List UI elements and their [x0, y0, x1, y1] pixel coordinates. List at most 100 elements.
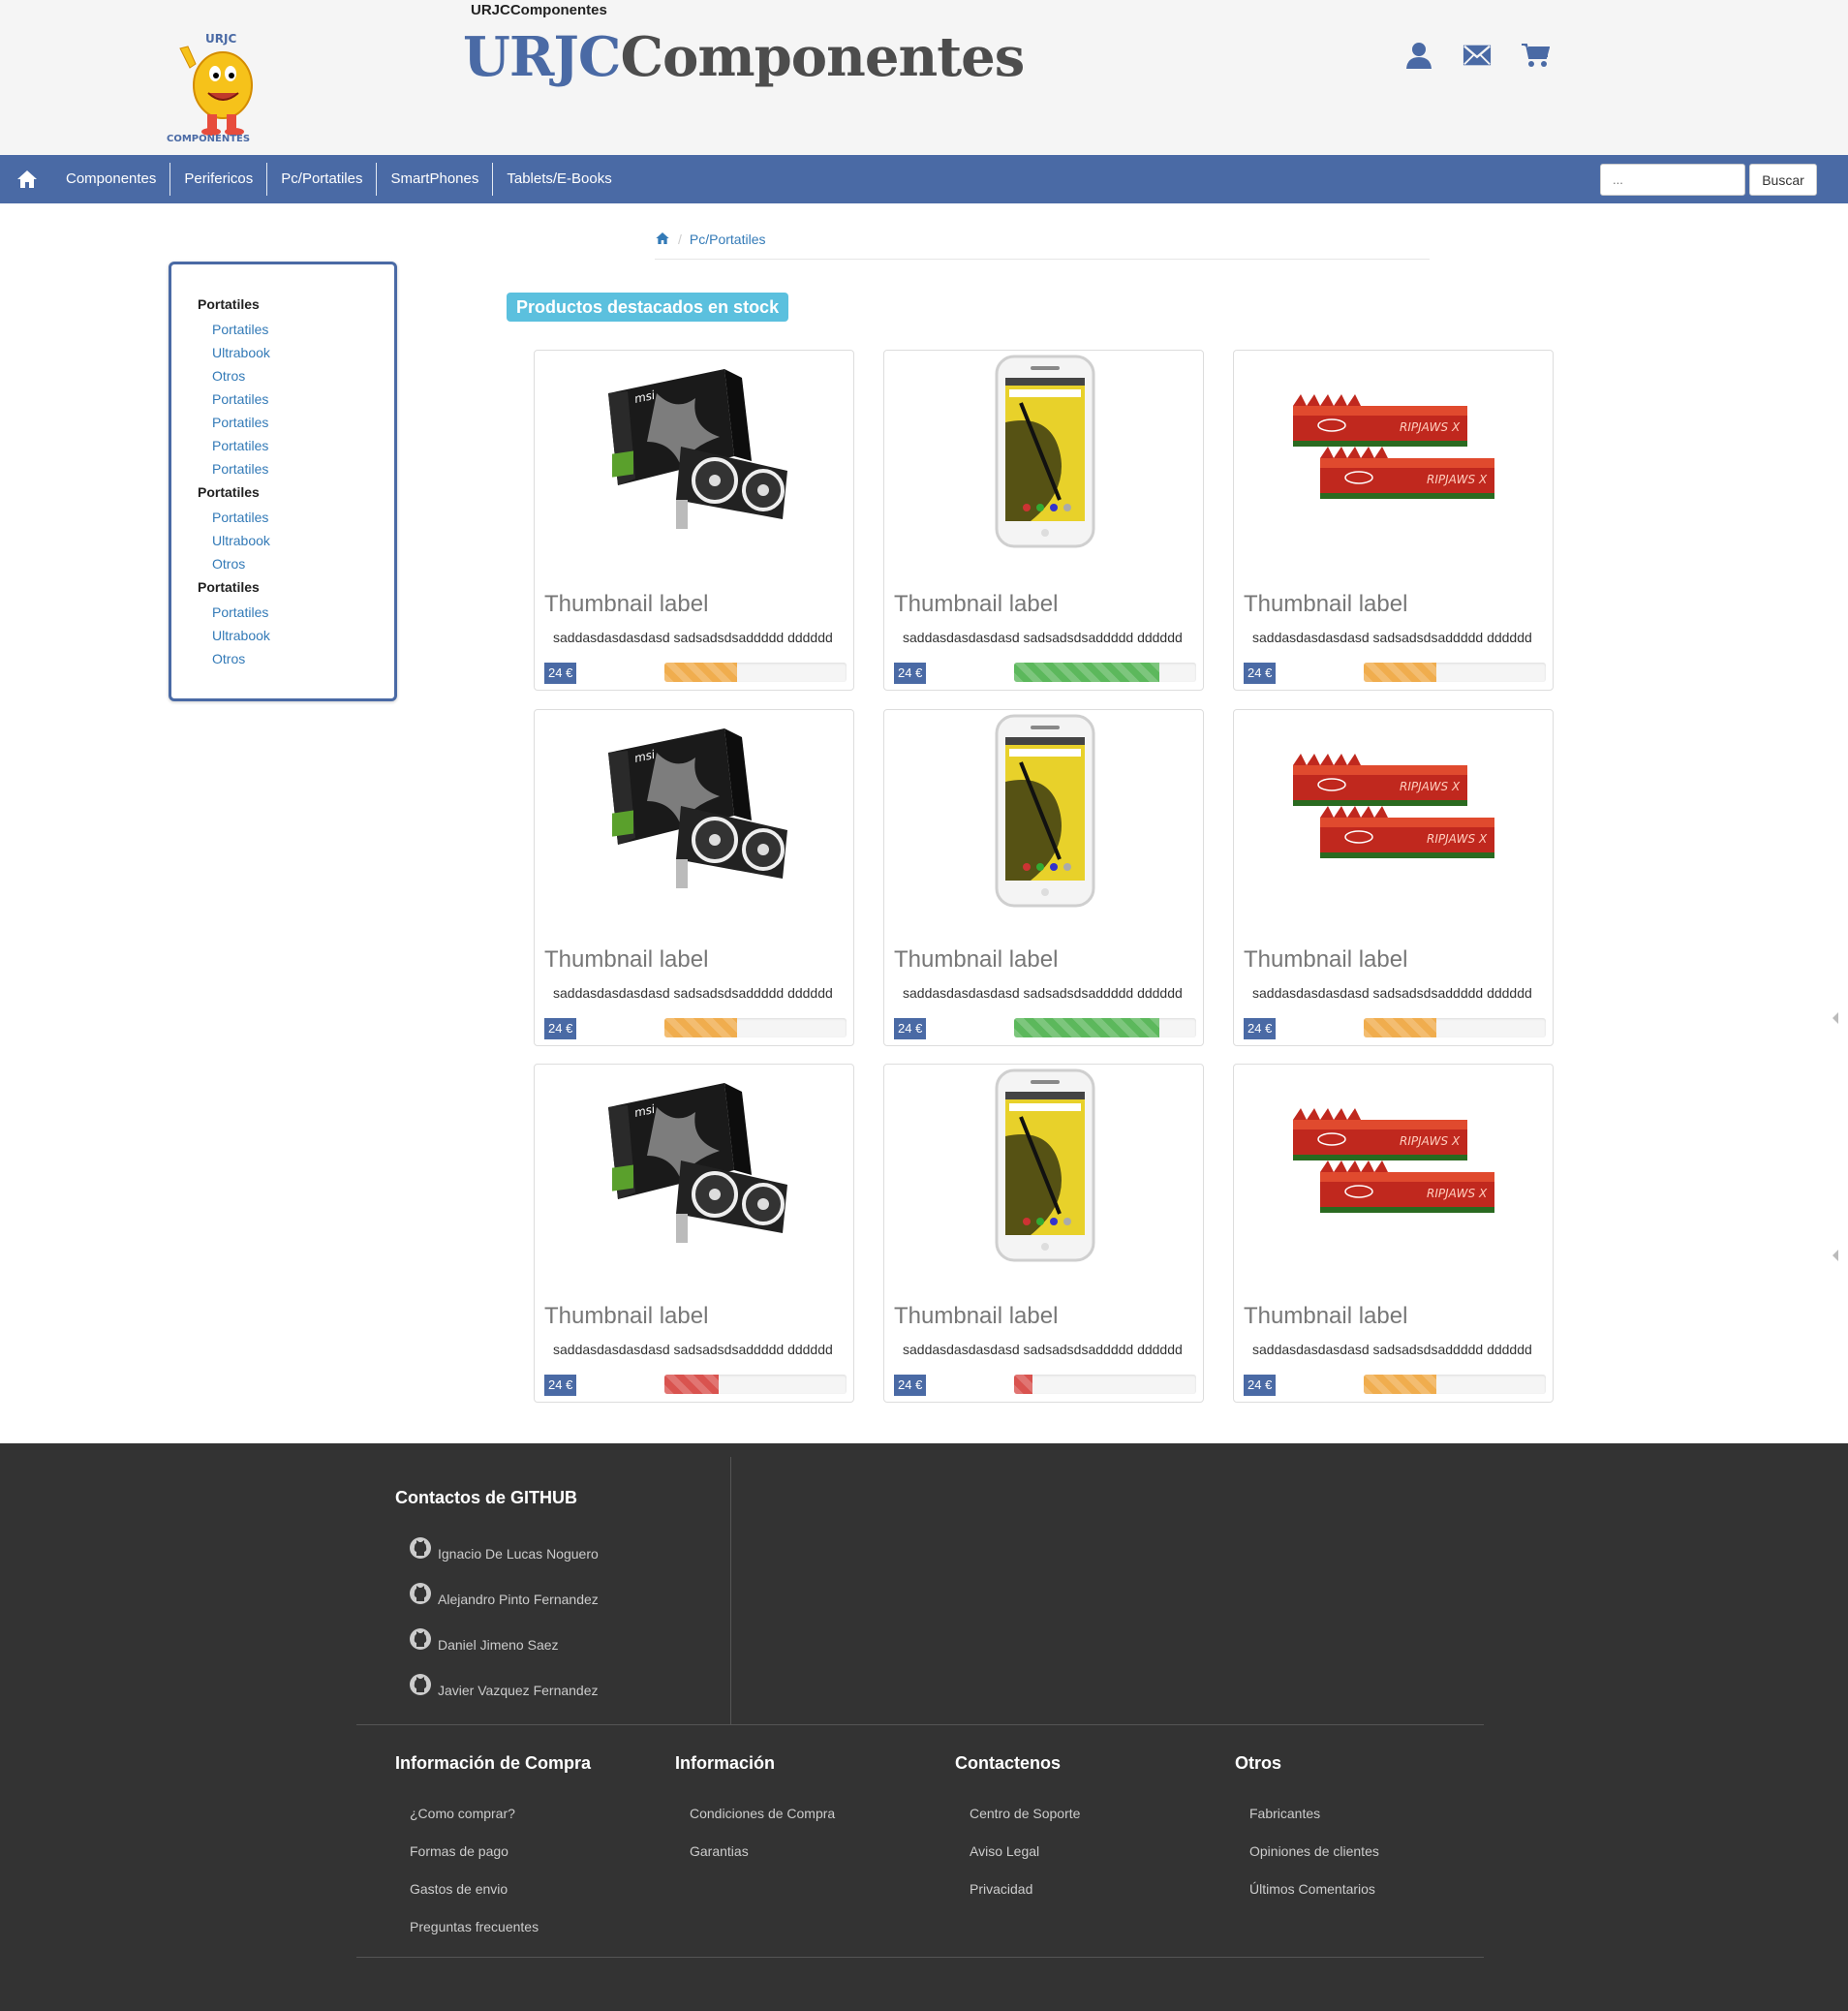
- sidebar-link[interactable]: Portatiles: [198, 434, 394, 457]
- sidebar-link[interactable]: Portatiles: [198, 601, 394, 624]
- breadcrumb-home-icon[interactable]: [655, 231, 670, 246]
- footer-link[interactable]: Aviso Legal: [970, 1843, 1039, 1859]
- product-label[interactable]: Thumbnail label: [1244, 1303, 1407, 1330]
- stock-progress-fill: [664, 663, 738, 682]
- sidebar-link[interactable]: Portatiles: [198, 457, 394, 480]
- sidebar-link[interactable]: Portatiles: [198, 506, 394, 529]
- main-navbar: Componentes Perifericos Pc/Portatiles Sm…: [0, 155, 1848, 203]
- nav-item-componentes[interactable]: Componentes: [52, 163, 169, 196]
- smartphone-image[interactable]: [884, 355, 1205, 548]
- ram-modules-image[interactable]: RIPJAWS X RIPJAWS X: [1234, 714, 1555, 908]
- footer-link[interactable]: Opiniones de clientes: [1249, 1843, 1379, 1859]
- footer-divider: [356, 1724, 1484, 1725]
- graphics-card-image[interactable]: msi: [535, 714, 855, 908]
- product-description: saddasdasdasdasd sadsadsdsaddddd dddddd: [1252, 630, 1532, 645]
- footer-link[interactable]: Formas de pago: [410, 1843, 508, 1859]
- stock-progress-bar: [1364, 1375, 1546, 1394]
- product-label[interactable]: Thumbnail label: [894, 591, 1058, 618]
- envelope-icon[interactable]: [1463, 39, 1492, 72]
- product-card[interactable]: msi Thumbnail label saddasdasdasdasd sads…: [534, 1064, 854, 1403]
- footer-link[interactable]: Garantias: [690, 1843, 749, 1859]
- footer-link[interactable]: ¿Como comprar?: [410, 1806, 515, 1821]
- search-button[interactable]: Buscar: [1749, 164, 1817, 196]
- footer-column-title: Contactenos: [955, 1753, 1062, 1773]
- sidebar-link[interactable]: Ultrabook: [198, 341, 394, 364]
- search-input[interactable]: [1600, 164, 1745, 196]
- product-label[interactable]: Thumbnail label: [1244, 591, 1407, 618]
- footer-link[interactable]: Gastos de envio: [410, 1881, 508, 1897]
- stock-progress-bar: [1364, 1018, 1546, 1037]
- user-icon[interactable]: [1404, 39, 1433, 72]
- sidebar-link[interactable]: Portatiles: [198, 318, 394, 341]
- product-card[interactable]: RIPJAWS X RIPJAWS X Thumbnail label sadda…: [1233, 709, 1554, 1046]
- footer-link[interactable]: Centro de Soporte: [970, 1806, 1080, 1821]
- footer-divider-vertical: [730, 1457, 731, 1724]
- footer-link[interactable]: Últimos Comentarios: [1249, 1881, 1375, 1897]
- smartphone-image[interactable]: [884, 1068, 1205, 1262]
- product-label[interactable]: Thumbnail label: [894, 1303, 1058, 1330]
- sidebar-link[interactable]: Portatiles: [198, 387, 394, 411]
- graphics-card-image[interactable]: msi: [535, 1068, 855, 1262]
- github-contact-link[interactable]: Alejandro Pinto Fernandez: [409, 1583, 599, 1607]
- github-contact-link[interactable]: Ignacio De Lucas Noguero: [409, 1537, 599, 1562]
- sidebar-group-links: Portatiles Ultrabook Otros Portatiles Po…: [198, 318, 394, 480]
- github-icon: [409, 1582, 432, 1605]
- sidebar-link[interactable]: Ultrabook: [198, 624, 394, 647]
- github-contact-link[interactable]: Daniel Jimeno Saez: [409, 1628, 559, 1653]
- footer-link[interactable]: Preguntas frecuentes: [410, 1919, 539, 1934]
- stock-progress-fill: [1364, 1018, 1437, 1037]
- nav-item-pc-portatiles[interactable]: Pc/Portatiles: [266, 163, 376, 196]
- product-description: saddasdasdasdasd sadsadsdsaddddd dddddd: [553, 1342, 833, 1357]
- site-footer: Contactos de GITHUB Ignacio De Lucas Nog…: [0, 1443, 1848, 2011]
- sidebar-link[interactable]: Ultrabook: [198, 529, 394, 552]
- sidebar-link[interactable]: Otros: [198, 364, 394, 387]
- graphics-card-image[interactable]: msi: [535, 355, 855, 548]
- product-label[interactable]: Thumbnail label: [544, 1303, 708, 1330]
- scroll-arrow-icon[interactable]: [1833, 1250, 1838, 1261]
- breadcrumb-separator: /: [678, 232, 682, 247]
- product-card[interactable]: Thumbnail label saddasdasdasdasd sadsadsd…: [883, 350, 1204, 691]
- product-card[interactable]: RIPJAWS X RIPJAWS X Thumbnail label sadda…: [1233, 350, 1554, 691]
- breadcrumb-current[interactable]: Pc/Portatiles: [690, 232, 766, 247]
- github-contact-link[interactable]: Javier Vazquez Fernandez: [409, 1674, 599, 1698]
- product-card[interactable]: msi Thumbnail label saddasdasdasdasd sads…: [534, 709, 854, 1046]
- sidebar-link[interactable]: Otros: [198, 552, 394, 575]
- svg-text:RIPJAWS X: RIPJAWS X: [1427, 832, 1488, 846]
- github-contact-name: Daniel Jimeno Saez: [438, 1637, 559, 1653]
- product-label[interactable]: Thumbnail label: [894, 946, 1058, 974]
- ram-modules-image[interactable]: RIPJAWS X RIPJAWS X: [1234, 1068, 1555, 1262]
- header-actions: [1404, 39, 1550, 72]
- footer-link[interactable]: Fabricantes: [1249, 1806, 1320, 1821]
- scroll-arrow-icon[interactable]: [1833, 1012, 1838, 1024]
- sidebar-link[interactable]: Portatiles: [198, 411, 394, 434]
- stock-progress-bar: [1014, 1018, 1196, 1037]
- nav-item-perifericos[interactable]: Perifericos: [169, 163, 266, 196]
- product-description: saddasdasdasdasd sadsadsdsaddddd dddddd: [553, 630, 833, 645]
- brand-title: URJCComponentes: [463, 25, 1025, 89]
- product-card[interactable]: Thumbnail label saddasdasdasdasd sadsadsd…: [883, 709, 1204, 1046]
- github-contacts-title: Contactos de GITHUB: [395, 1488, 578, 1507]
- nav-item-tablets-ebooks[interactable]: Tablets/E-Books: [492, 163, 625, 196]
- smartphone-image[interactable]: [884, 714, 1205, 908]
- github-contact-name: Javier Vazquez Fernandez: [438, 1683, 599, 1698]
- footer-link[interactable]: Condiciones de Compra: [690, 1806, 835, 1821]
- logo-text-bottom: COMPONENTES: [167, 134, 250, 143]
- product-card[interactable]: RIPJAWS X RIPJAWS X Thumbnail label sadda…: [1233, 1064, 1554, 1403]
- product-label[interactable]: Thumbnail label: [544, 591, 708, 618]
- product-description: saddasdasdasdasd sadsadsdsaddddd dddddd: [1252, 985, 1532, 1001]
- cart-icon[interactable]: [1521, 39, 1550, 72]
- github-contact-name: Ignacio De Lucas Noguero: [438, 1546, 599, 1562]
- sidebar-group-title: Portatiles: [198, 579, 260, 595]
- product-card[interactable]: msi Thumbnail label saddasdasdasdasd sads…: [534, 350, 854, 691]
- product-label[interactable]: Thumbnail label: [544, 946, 708, 974]
- github-icon: [409, 1536, 432, 1560]
- stock-progress-bar: [664, 1375, 847, 1394]
- ram-modules-image[interactable]: RIPJAWS X RIPJAWS X: [1234, 355, 1555, 548]
- home-icon[interactable]: [15, 168, 39, 191]
- nav-item-smartphones[interactable]: SmartPhones: [376, 163, 492, 196]
- footer-link[interactable]: Privacidad: [970, 1881, 1032, 1897]
- sidebar-link[interactable]: Otros: [198, 647, 394, 670]
- product-card[interactable]: Thumbnail label saddasdasdasdasd sadsadsd…: [883, 1064, 1204, 1403]
- site-logo[interactable]: URJC COMPONENTES: [165, 29, 277, 144]
- product-label[interactable]: Thumbnail label: [1244, 946, 1407, 974]
